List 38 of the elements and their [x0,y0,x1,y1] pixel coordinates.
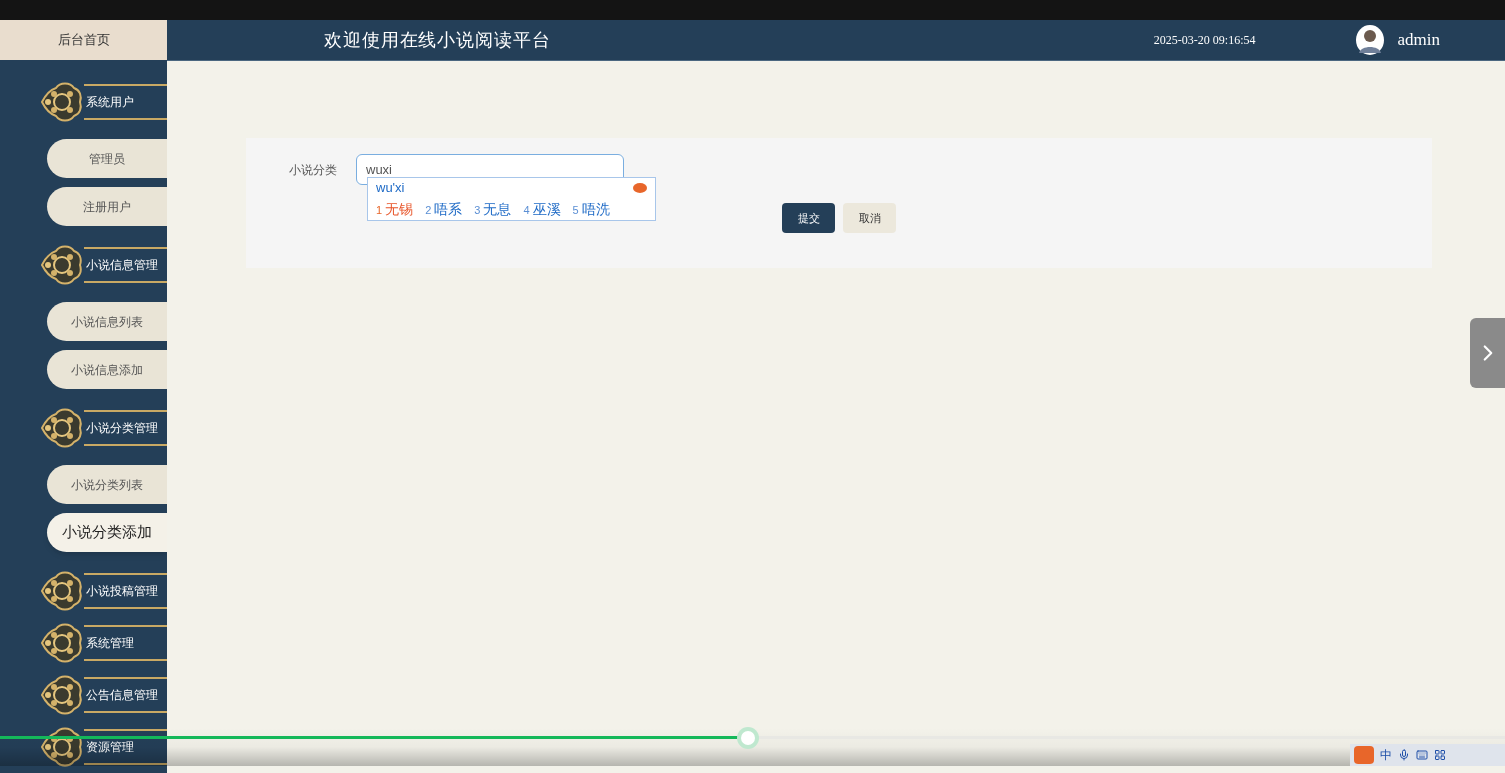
grid-icon[interactable] [1434,749,1446,761]
sidebar-group[interactable]: 小说分类管理 [40,408,167,448]
sidebar-item[interactable]: 小说信息添加 [47,350,167,389]
ime-mode[interactable]: 中 [1380,746,1392,764]
datetime: 2025-03-20 09:16:54 [1153,32,1256,49]
sidebar-group[interactable]: 小说投稿管理 [40,571,167,611]
field-label: 小说分类 [289,161,338,179]
microphone-icon[interactable] [1398,749,1410,761]
ornament-icon [40,243,84,287]
ornament-icon [40,569,84,613]
username[interactable]: admin [1397,27,1440,53]
next-button[interactable] [1470,318,1505,388]
video-progress-bar[interactable] [0,736,1505,739]
sidebar-group[interactable]: 系统用户 [40,82,167,122]
ime-candidate[interactable]: 1 无锡 [376,198,414,220]
sidebar-item[interactable]: 小说分类列表 [47,465,167,504]
home-link[interactable]: 后台首页 [0,20,167,60]
ime-candidate[interactable]: 5 唔洗 [572,198,610,220]
cancel-button[interactable]: 取消 [843,203,896,233]
ime-candidate[interactable]: 4 巫溪 [523,198,561,220]
sidebar-item[interactable]: 管理员 [47,139,167,178]
page-title: 欢迎使用在线小说阅读平台 [324,28,551,52]
ornament-icon [40,406,84,450]
ime-candidate[interactable]: 2 唔系 [425,198,463,220]
sidebar-group[interactable]: 公告信息管理 [40,675,167,715]
sidebar-group[interactable]: 小说信息管理 [40,245,167,285]
ime-candidate[interactable]: 3 无息 [474,198,512,220]
submit-button[interactable]: 提交 [782,203,835,233]
keyboard-icon[interactable] [1416,749,1428,761]
sidebar-item[interactable]: 小说分类添加 [47,513,167,552]
sidebar-item[interactable]: 小说信息列表 [47,302,167,341]
sogou-logo-icon[interactable] [1354,746,1374,764]
sidebar-group[interactable]: 系统管理 [40,623,167,663]
sidebar-item[interactable]: 注册用户 [47,187,167,226]
avatar[interactable] [1355,25,1384,55]
ornament-icon [40,80,84,124]
ornament-icon [40,621,84,665]
ornament-icon [40,673,84,717]
